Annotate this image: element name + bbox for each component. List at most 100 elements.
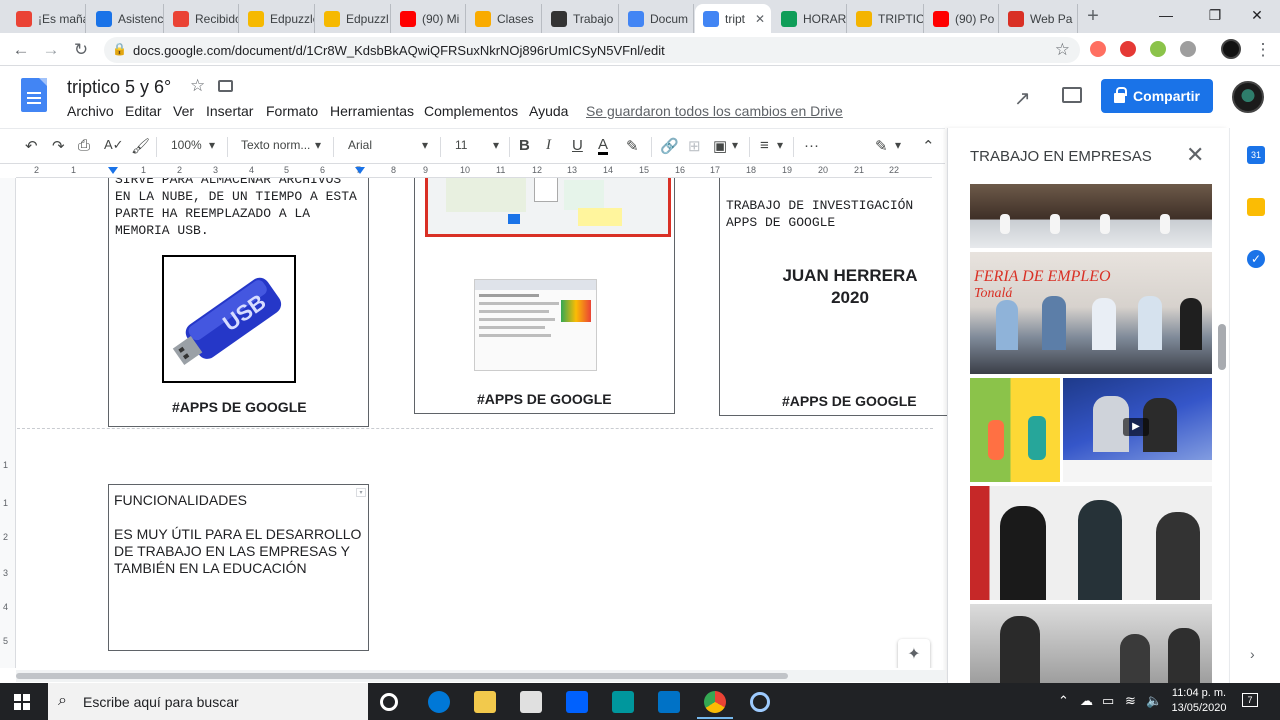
browser-tab[interactable]: Edpuzzl <box>316 4 391 33</box>
chevron-down-icon[interactable]: ▾ <box>422 138 428 152</box>
more-options-icon[interactable]: ··· <box>804 137 819 154</box>
minimize-button[interactable]: — <box>1143 4 1189 26</box>
store-icon[interactable] <box>520 691 542 713</box>
highlight-icon[interactable]: ✎ <box>626 137 639 155</box>
text-color-icon[interactable]: A <box>598 137 609 155</box>
browser-tab[interactable]: Clases <box>467 4 542 33</box>
underline-icon[interactable]: U <box>572 137 583 154</box>
collapse-menu-icon[interactable]: ⌃ <box>922 137 935 155</box>
profile-avatar[interactable] <box>1221 39 1241 59</box>
image-result-thumbnail[interactable]: FERIA DE EMPLEO Tonalá <box>970 252 1212 374</box>
reload-icon[interactable]: ↻ <box>70 39 92 61</box>
tasks-icon[interactable]: ✓ <box>1247 250 1265 268</box>
scrollbar-thumb[interactable] <box>16 673 788 679</box>
document-canvas[interactable]: SIRVE PARA ALMACENAR ARCHIVOS EN LA NUBE… <box>17 178 947 668</box>
video-result-thumbnail[interactable]: ▶ <box>1063 378 1212 482</box>
menu-item[interactable]: Ver <box>173 103 194 119</box>
browser-tab[interactable]: TRIPTIC <box>848 4 924 33</box>
browser-tab[interactable]: tript ✕ <box>695 4 771 33</box>
extension-icon[interactable] <box>1090 41 1106 57</box>
document-title[interactable]: triptico 5 y 6° <box>67 77 171 98</box>
text-box-column-2[interactable]: #APPS DE GOOGLE <box>414 178 675 414</box>
close-tab-icon[interactable]: ✕ <box>755 12 765 26</box>
usb-image[interactable]: USB <box>162 255 296 383</box>
new-tab-button[interactable]: + <box>1083 6 1103 26</box>
vertical-ruler[interactable]: 1 1 2 3 4 5 <box>0 178 16 668</box>
italic-icon[interactable]: I <box>546 137 551 154</box>
bold-icon[interactable]: B <box>519 137 530 154</box>
docs-logo-icon[interactable] <box>21 78 47 112</box>
menu-item[interactable]: Complementos <box>424 103 518 119</box>
notifications-icon[interactable]: 7 <box>1242 693 1258 707</box>
left-indent-marker[interactable] <box>108 167 118 174</box>
onedrive-icon[interactable]: ☁ <box>1080 693 1093 709</box>
font-size-select[interactable]: 11 <box>455 138 467 152</box>
insert-image-icon[interactable]: ▣ <box>713 137 727 155</box>
drive-screenshot-image[interactable] <box>474 279 597 371</box>
move-folder-icon[interactable] <box>218 80 233 92</box>
chevron-down-icon[interactable]: ▾ <box>732 138 738 152</box>
chevron-down-icon[interactable]: ▾ <box>315 138 321 152</box>
extension-icon[interactable] <box>1150 41 1166 57</box>
keep-icon[interactable] <box>1247 198 1265 216</box>
star-icon[interactable]: ☆ <box>190 76 205 96</box>
menu-item[interactable]: Archivo <box>67 103 114 119</box>
browser-tab[interactable]: (90) Mi <box>392 4 466 33</box>
file-explorer-icon[interactable] <box>474 691 496 713</box>
chrome-menu-icon[interactable]: ⋮ <box>1252 39 1274 61</box>
save-status[interactable]: Se guardaron todos los cambios en Drive <box>586 103 843 119</box>
text-box-column-3[interactable]: TRABAJO DE INVESTIGACIÓN APPS DE GOOGLE … <box>719 178 947 416</box>
arduino-icon[interactable] <box>612 691 634 713</box>
menu-item[interactable]: Insertar <box>206 103 253 119</box>
browser-tab[interactable]: Trabajo <box>543 4 619 33</box>
share-button[interactable]: Compartir <box>1101 79 1213 113</box>
font-select[interactable]: Arial <box>348 138 372 152</box>
add-comment-icon[interactable]: ⊞ <box>688 137 701 155</box>
close-icon[interactable]: ✕ <box>1186 142 1204 168</box>
browser-tab[interactable]: Docum <box>620 4 694 33</box>
browser-tab[interactable]: ¡Es maña <box>8 4 86 33</box>
text-box-column-1[interactable]: SIRVE PARA ALMACENAR ARCHIVOS EN LA NUBE… <box>108 178 369 427</box>
text-box-funcionalidades[interactable]: ▾ FUNCIONALIDADES ES MUY ÚTIL PARA EL DE… <box>108 484 369 651</box>
align-icon[interactable]: ≡ <box>760 137 769 154</box>
editing-mode-icon[interactable]: ✎ <box>875 137 888 155</box>
volume-icon[interactable]: 🔈 <box>1146 693 1162 709</box>
menu-item[interactable]: Formato <box>266 103 318 119</box>
windows-start-icon[interactable] <box>14 694 30 710</box>
calendar-icon[interactable]: 31 <box>1247 146 1265 164</box>
zoom-select[interactable]: 100% <box>171 138 202 152</box>
browser-tab[interactable]: HORAR <box>773 4 847 33</box>
system-clock[interactable]: 11:04 p. m. 13/05/2020 <box>1168 686 1230 716</box>
browser-tab[interactable]: Web Pa <box>1000 4 1078 33</box>
account-avatar[interactable] <box>1232 81 1264 113</box>
task-view-icon[interactable] <box>380 693 398 711</box>
image-result-thumbnail[interactable] <box>970 184 1212 248</box>
chevron-down-icon[interactable]: ▾ <box>493 138 499 152</box>
chevron-down-icon[interactable]: ▾ <box>895 138 901 152</box>
chevron-right-icon[interactable]: › <box>1250 646 1255 662</box>
chevron-down-icon[interactable]: ▾ <box>209 138 215 152</box>
print-icon[interactable]: ⎙ <box>78 137 90 154</box>
extension-icon[interactable] <box>1180 41 1196 57</box>
browser-tab[interactable]: Recibido <box>165 4 239 33</box>
battery-icon[interactable]: ▭ <box>1102 693 1114 709</box>
url-text[interactable]: docs.google.com/document/d/1Cr8W_KdsbBkA… <box>133 43 665 58</box>
chevron-up-icon[interactable]: ⌃ <box>1058 693 1069 709</box>
undo-icon[interactable]: ↶ <box>25 137 38 155</box>
style-select[interactable]: Texto norm... <box>241 138 310 152</box>
mail-icon[interactable] <box>658 691 680 713</box>
explore-icon[interactable]: ✦ <box>898 639 930 668</box>
dropbox-icon[interactable] <box>566 691 588 713</box>
image-result-thumbnail[interactable] <box>970 486 1212 600</box>
back-icon[interactable]: ← <box>10 39 32 61</box>
edge-icon[interactable] <box>428 691 450 713</box>
cortana-icon[interactable] <box>750 692 770 712</box>
address-bar[interactable]: 🔒 docs.google.com/document/d/1Cr8W_KdsbB… <box>104 37 1080 63</box>
close-window-button[interactable]: ✕ <box>1234 4 1280 26</box>
browser-tab[interactable]: (90) Po <box>925 4 999 33</box>
menu-item[interactable]: Ayuda <box>529 103 568 119</box>
image-result-thumbnail[interactable] <box>970 604 1212 683</box>
menu-item[interactable]: Editar <box>125 103 162 119</box>
activity-trend-icon[interactable]: ↗ <box>1014 86 1031 111</box>
forward-icon[interactable]: → <box>40 39 62 61</box>
